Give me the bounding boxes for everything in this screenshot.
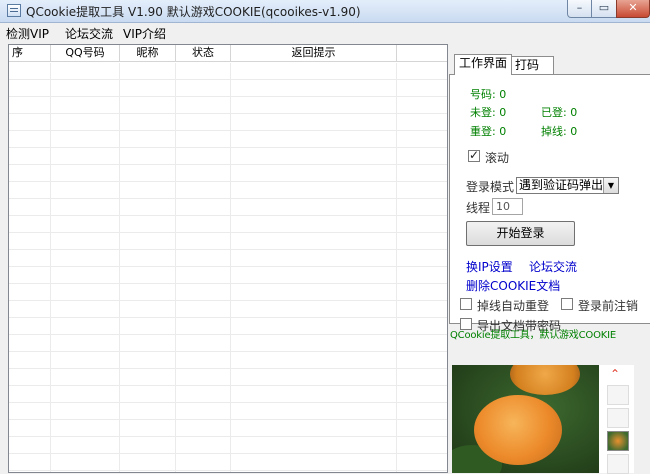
column-header-message[interactable]: 返回提示	[231, 45, 397, 62]
column-header-qq[interactable]: QQ号码	[51, 45, 120, 62]
chevron-up-icon[interactable]: ⌃	[610, 367, 620, 381]
start-login-button[interactable]: 开始登录	[466, 221, 575, 246]
stat-qq: 号码: 0	[470, 88, 507, 101]
ad-thumbnail[interactable]	[607, 454, 629, 474]
column-header-nickname[interactable]: 昵称	[120, 45, 176, 62]
ad-thumbnails: ⌃	[604, 365, 632, 474]
tab-strip: 工作界面 打码	[449, 54, 650, 75]
logout-before-login-checkbox[interactable]	[561, 298, 573, 310]
forum-link[interactable]: 论坛交流	[529, 258, 577, 275]
logout-before-login-label: 登录前注销	[578, 299, 639, 313]
ad-thumbnail[interactable]	[607, 408, 629, 428]
title-bar[interactable]: QCookie提取工具 V1.90 默认游戏COOKIE(qcooikes-v1…	[0, 0, 650, 23]
stat-not-logged: 未登: 0	[470, 106, 507, 119]
close-button[interactable]: ✕	[616, 0, 650, 18]
scroll-label: 滚动	[485, 151, 510, 165]
menu-vip-intro[interactable]: VIP介绍	[123, 25, 166, 42]
minimize-button[interactable]: –	[567, 0, 592, 18]
ad-text: QCookie提取工具，默认游戏COOKIE	[450, 330, 616, 341]
ad-thumbnail[interactable]	[607, 431, 629, 451]
scroll-checkbox[interactable]	[468, 148, 480, 162]
column-header-index[interactable]: 序	[9, 45, 51, 62]
tab-work[interactable]: 工作界面	[454, 54, 513, 75]
stat-dropped: 掉线: 0	[541, 125, 578, 138]
stat-logged: 已登: 0	[541, 106, 578, 119]
login-mode-label: 登录模式	[466, 180, 515, 194]
ad-photo[interactable]	[452, 365, 599, 473]
list-grid	[9, 63, 447, 472]
stat-relogin: 重登: 0	[470, 125, 507, 138]
threads-input[interactable]: 10	[492, 198, 523, 215]
menu-bar: 检测VIP 论坛交流 VIP介绍	[0, 24, 650, 42]
window-title: QCookie提取工具 V1.90 默认游戏COOKIE(qcooikes-v1…	[26, 5, 361, 19]
menu-check-vip[interactable]: 检测VIP	[6, 25, 49, 42]
app-window: QCookie提取工具 V1.90 默认游戏COOKIE(qcooikes-v1…	[0, 0, 650, 474]
delete-cookie-link[interactable]: 删除COOKIE文档	[466, 277, 560, 294]
login-mode-value: 遇到验证码弹出	[519, 178, 604, 192]
list-header: 序 QQ号码 昵称 状态 返回提示	[9, 45, 447, 62]
control-panel: 工作界面 打码 号码: 0 未登: 0 已登: 0 重登: 0 掉线: 0 滚动…	[449, 42, 650, 474]
threads-label: 线程	[466, 201, 491, 215]
ad-banner[interactable]: ⌃	[452, 365, 634, 474]
chevron-down-icon[interactable]: ▼	[603, 178, 618, 193]
menu-forum[interactable]: 论坛交流	[65, 25, 113, 42]
auto-relogin-checkbox[interactable]	[460, 298, 472, 310]
tab-captcha[interactable]: 打码	[510, 56, 554, 74]
login-mode-select[interactable]: 遇到验证码弹出 ▼	[516, 177, 619, 194]
maximize-button[interactable]: ▭	[591, 0, 617, 18]
account-list[interactable]: 序 QQ号码 昵称 状态 返回提示	[8, 44, 448, 473]
change-ip-link[interactable]: 换IP设置	[466, 258, 513, 275]
work-tab-panel: 号码: 0 未登: 0 已登: 0 重登: 0 掉线: 0 滚动 登录模式 遇到…	[449, 74, 650, 333]
app-window-icon	[7, 4, 21, 17]
ad-thumbnail[interactable]	[607, 385, 629, 405]
auto-relogin-label: 掉线自动重登	[477, 299, 550, 313]
column-header-status[interactable]: 状态	[176, 45, 231, 62]
